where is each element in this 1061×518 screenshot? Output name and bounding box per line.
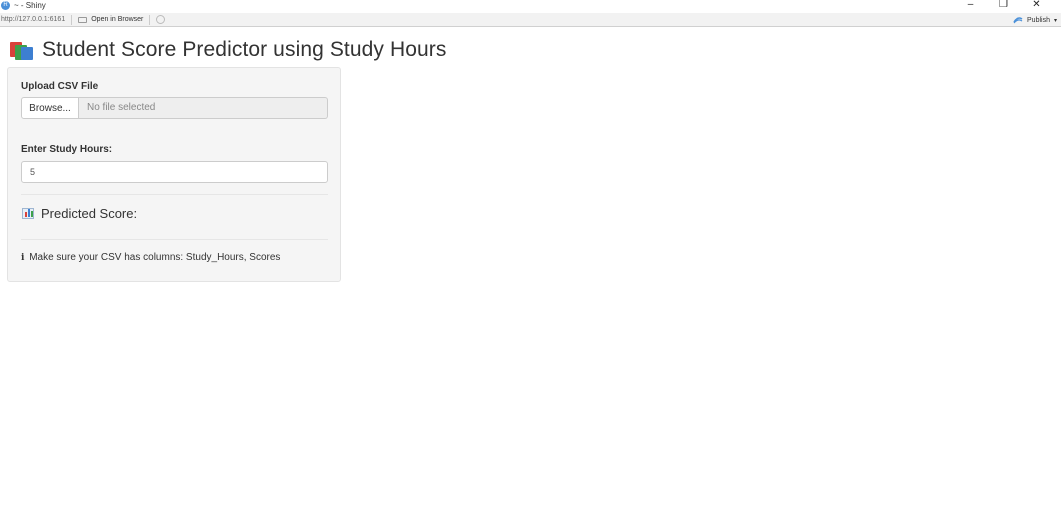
csv-note: i Make sure your CSV has columns: Study_… (21, 252, 280, 263)
open-in-browser-label: Open in Browser (91, 15, 144, 23)
publish-button[interactable]: Publish ▾ (1013, 13, 1057, 27)
publish-icon (1013, 16, 1023, 23)
restore-button[interactable]: ❐ (987, 0, 1020, 11)
predicted-score-label: Predicted Score: (41, 206, 138, 221)
open-in-browser-button[interactable]: Open in Browser (72, 14, 151, 25)
viewer-toolbar: http://127.0.0.1:6161 Open in Browser Pu… (0, 13, 1061, 27)
chevron-down-icon: ▾ (1053, 17, 1057, 24)
file-name-field: No file selected (79, 97, 328, 119)
sidebar-panel: Upload CSV File Browse... No file select… (7, 67, 341, 282)
info-icon: i (21, 253, 25, 263)
close-button[interactable]: ✕ (1020, 0, 1053, 11)
refresh-icon[interactable] (156, 15, 166, 24)
rstudio-icon: R (1, 1, 10, 10)
study-hours-input[interactable]: 5 (21, 161, 328, 183)
browser-window-icon (78, 16, 88, 23)
page-title: Student Score Predictor using Study Hour… (42, 38, 447, 61)
window-title: ~ - Shiny (14, 1, 46, 10)
window-controls: – ❐ ✕ (954, 0, 1053, 11)
file-upload-input[interactable]: Browse... No file selected (21, 97, 328, 119)
bar-chart-icon (22, 208, 34, 219)
csv-note-text: Make sure your CSV has columns: Study_Ho… (29, 252, 281, 263)
window-title-bar: R ~ - Shiny – ❐ ✕ (0, 0, 1061, 11)
browse-button[interactable]: Browse... (21, 97, 79, 119)
divider (21, 194, 328, 195)
url-display: http://127.0.0.1:6161 (0, 14, 73, 25)
upload-label: Upload CSV File (21, 81, 99, 92)
predicted-score: Predicted Score: (22, 206, 137, 221)
books-icon (10, 40, 34, 60)
divider (21, 239, 328, 240)
publish-label: Publish (1027, 16, 1050, 24)
study-hours-label: Enter Study Hours: (21, 144, 113, 155)
minimize-button[interactable]: – (954, 0, 987, 11)
page-title-row: Student Score Predictor using Study Hour… (10, 38, 446, 62)
